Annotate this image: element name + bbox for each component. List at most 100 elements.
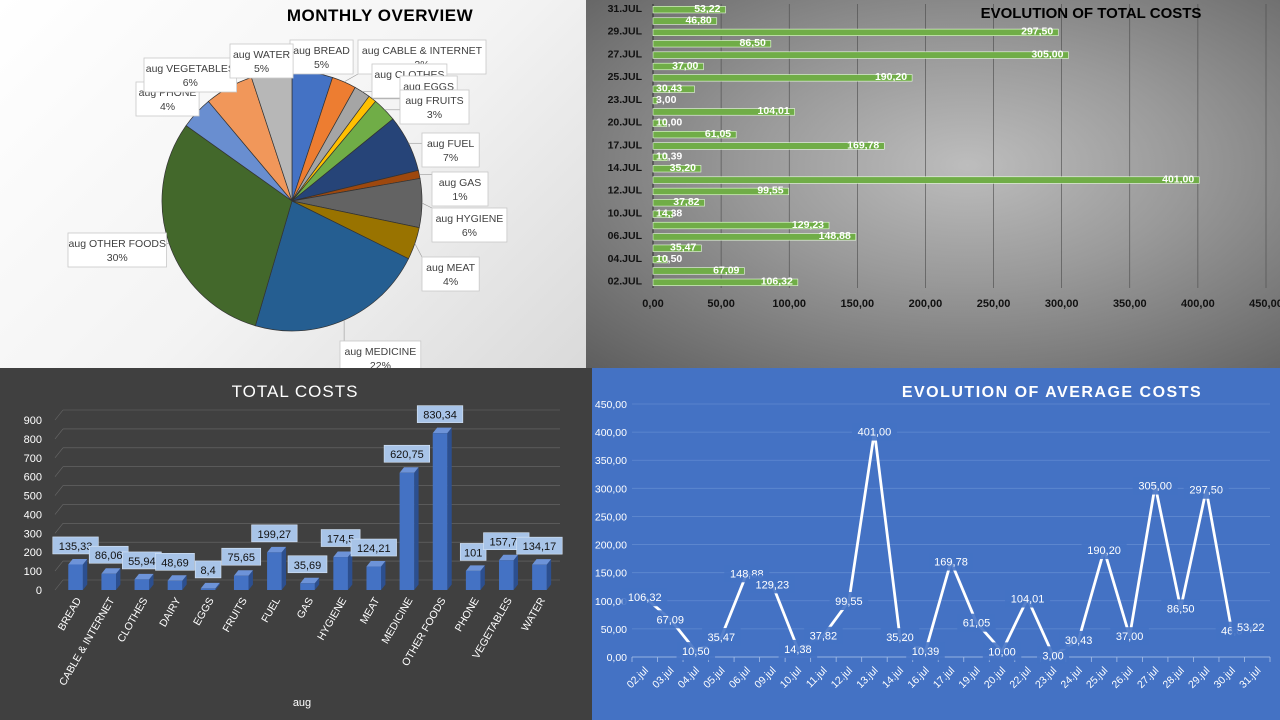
col-bar-side — [281, 546, 287, 590]
line-x-tick-label: 16.jul — [905, 665, 931, 691]
col-data-label: 35,69 — [294, 560, 322, 572]
col-y-tick-label: 0 — [36, 585, 42, 597]
line-x-tick-label: 04.jul — [676, 665, 702, 691]
total-costs-panel: 0 100 200 300 400 500 600 700 800 900 135,33 BREAD 8… — [0, 368, 592, 720]
col-bar-water — [532, 564, 547, 590]
col-bar-vegetables — [499, 560, 514, 590]
col-data-label: 101 — [464, 547, 482, 559]
col-data-label: 86,06 — [95, 550, 123, 562]
col-x-tick-label: EGGS — [191, 596, 217, 628]
hbar-data-label: 129,23 — [792, 219, 824, 231]
col-gridline-depth — [54, 523, 64, 534]
col-bar-eggs — [200, 588, 216, 590]
line-data-label: 99,55 — [835, 596, 863, 608]
line-data-label: 14,38 — [784, 644, 812, 656]
pie-label-name: aug MEAT — [426, 262, 475, 274]
col-bar-fruits — [233, 575, 249, 590]
line-y-tick-label: 300,00 — [595, 483, 627, 495]
hbar-y-tick-label: 31.JUL — [608, 3, 643, 15]
col-y-tick-label: 400 — [24, 509, 42, 521]
hbar-data-label: 37,82 — [673, 196, 699, 208]
hbar-data-label: 10,39 — [656, 151, 682, 163]
col-y-tick-label: 300 — [24, 528, 42, 540]
column-chart-title: TOTAL COSTS — [231, 382, 359, 401]
line-data-label: 37,82 — [810, 631, 838, 643]
line-series-average-costs — [643, 430, 1258, 657]
hbar-data-label: 99,55 — [757, 185, 783, 197]
line-data-label: 61,05 — [963, 618, 991, 630]
hbar-y-tick-label: 25.JUL — [608, 71, 643, 83]
col-bar-gas — [300, 583, 315, 590]
line-x-tick-label: 10.jul — [778, 665, 804, 691]
col-data-label: 48,69 — [161, 557, 189, 569]
hbar-y-tick-label: 23.JUL — [608, 94, 643, 106]
line-y-tick-label: 450,00 — [595, 399, 627, 411]
col-data-label: 135,33 — [59, 541, 93, 553]
col-gridline-depth — [54, 409, 64, 421]
pie-label-percent: 6% — [183, 77, 198, 89]
col-x-tick-label: MEDICINE — [379, 596, 415, 646]
col-x-tick-label: HYGIENE — [315, 596, 349, 643]
line-x-tick-label: 27.jul — [1135, 665, 1161, 691]
line-data-label: 106,32 — [628, 592, 662, 604]
line-data-label: 10,39 — [912, 646, 940, 658]
hbar-x-tick-label: 200,00 — [909, 298, 943, 310]
hbar-y-tick-label: 04.JUL — [608, 253, 643, 265]
hbar-data-label: 3,00 — [656, 94, 677, 106]
line-y-tick-label: 350,00 — [595, 455, 627, 467]
hbar-chart-title: EVOLUTION OF TOTAL COSTS — [980, 5, 1202, 22]
line-chart: 0,0050,00100,00150,00200,00250,00300,003… — [595, 399, 1271, 691]
hbar-data-label: 86,50 — [740, 37, 766, 49]
line-data-label: 53,22 — [1237, 622, 1265, 634]
col-bar-phone — [465, 570, 481, 590]
hbar-x-tick-label: 350,00 — [1113, 298, 1147, 310]
col-bar-side — [414, 467, 419, 590]
line-x-tick-label: 11.jul — [804, 665, 830, 691]
hbar-bar-27-jul — [652, 51, 1069, 59]
hbar-data-label: 401,00 — [1162, 173, 1194, 185]
pie-leader-line — [343, 73, 359, 83]
hbar-y-tick-label: 20.JUL — [608, 117, 643, 129]
total-costs-evolution-panel: 0,00 50,00 100,00 150,00 200,00 250,00 300,00 3… — [586, 0, 1280, 368]
line-data-label: 169,78 — [934, 557, 968, 569]
col-y-tick-label: 800 — [24, 434, 42, 446]
line-x-tick-label: 28.jul — [1161, 665, 1187, 691]
line-x-tick-label: 09.jul — [752, 665, 778, 691]
pie-leader-line — [421, 202, 433, 209]
pie-chart: aug BREAD5%aug CABLE & INTERNET3%aug CLO… — [67, 39, 508, 368]
line-x-tick-label: 23.jul — [1033, 665, 1059, 691]
hbar-y-tick-label: 02.JUL — [608, 276, 643, 288]
col-bar-side — [447, 427, 452, 590]
monthly-overview-panel: aug BREAD5%aug CABLE & INTERNET3%aug CLO… — [0, 0, 586, 368]
line-data-label: 30,43 — [1065, 635, 1093, 647]
col-data-label: 134,17 — [523, 541, 557, 553]
hbar-data-label: 35,20 — [670, 162, 696, 174]
line-data-label: 67,09 — [657, 614, 685, 626]
col-x-tick-label: FRUITS — [220, 596, 249, 635]
line-x-tick-label: 26.jul — [1110, 665, 1136, 691]
col-y-tick-label: 500 — [24, 491, 42, 503]
line-data-label: 35,47 — [708, 632, 736, 644]
line-x-tick-label: 24.jul — [1058, 665, 1084, 691]
hbar-x-tick-label: 450,00 — [1249, 298, 1280, 310]
col-x-tick-label: MEAT — [358, 595, 383, 626]
col-gridline-depth — [54, 579, 64, 591]
col-gridline-depth — [54, 485, 64, 496]
line-x-tick-label: 30.jul — [1212, 665, 1238, 691]
pie-label-name: aug GAS — [439, 177, 482, 189]
pie-leader-line — [414, 243, 423, 258]
col-x-tick-label: FUEL — [259, 595, 283, 624]
col-bar-fuel — [267, 552, 282, 590]
line-data-label: 305,00 — [1138, 481, 1172, 493]
hbar-data-label: 104,01 — [758, 105, 790, 117]
line-data-label: 86,50 — [1167, 603, 1195, 615]
hbar-x-tick-label: 100,00 — [772, 298, 806, 310]
pie-label-percent: 22% — [370, 360, 391, 368]
hbar-data-label: 67,09 — [713, 264, 739, 276]
col-data-label: 174,5 — [327, 534, 355, 546]
line-x-tick-label: 17.jul — [931, 665, 957, 691]
pie-label-name: aug BREAD — [293, 45, 350, 57]
line-x-tick-label: 22.jul — [1007, 665, 1033, 691]
col-data-label: 830,34 — [423, 410, 457, 422]
col-y-tick-label: 600 — [24, 472, 42, 484]
